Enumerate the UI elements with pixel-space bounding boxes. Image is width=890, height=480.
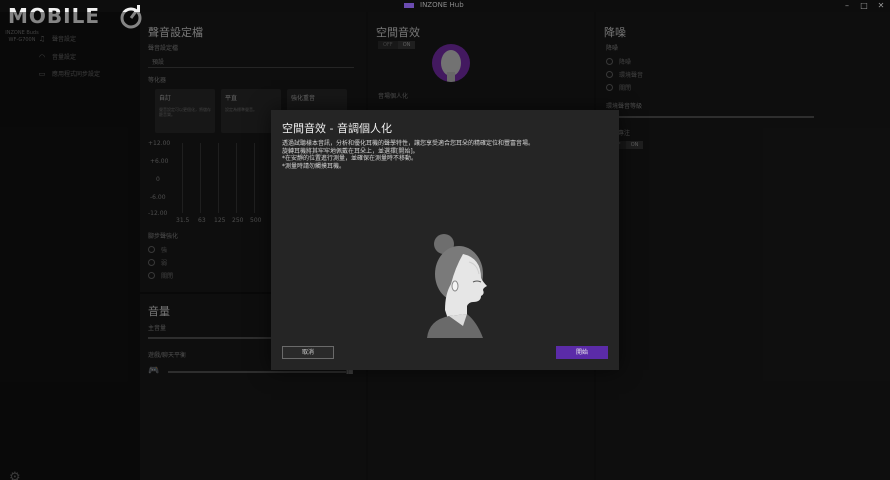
minimize-button[interactable]: –: [840, 1, 854, 11]
app-window: INZONE Hub – □ ✕ INZONE Buds WF-G700N ♫ …: [0, 0, 890, 480]
dialog-line: *測量時請勿觸摸耳機。: [282, 162, 346, 170]
personalization-dialog: 空間音效 - 音調個人化 透過試聽樣本音訊，分析和優化耳機的聲學特性，讓您享受適…: [271, 110, 619, 370]
start-button[interactable]: 開始: [556, 346, 608, 359]
dialog-title: 空間音效 - 音調個人化: [282, 122, 392, 135]
window-title: INZONE Hub: [420, 1, 464, 9]
dialog-line: 透過試聽樣本音訊，分析和優化耳機的聲學特性，讓您享受適合您耳朵的精確定位和豐富音…: [282, 140, 535, 147]
maximize-button[interactable]: □: [857, 1, 871, 11]
close-button[interactable]: ✕: [874, 1, 888, 11]
dialog-line: 旋轉耳機將其牢牢地佩戴在耳朵上，並選擇[開始]。: [282, 147, 419, 155]
dialog-line: *在安靜的位置進行測量，並確保在測量時不移動。: [282, 155, 418, 162]
app-logo-icon: [404, 3, 414, 8]
woman-profile-illustration: [427, 234, 487, 338]
cancel-button[interactable]: 取消: [282, 346, 334, 359]
dialog-body: 透過試聽樣本音訊，分析和優化耳機的聲學特性，讓您享受適合您耳朵的精確定位和豐富音…: [282, 140, 608, 170]
